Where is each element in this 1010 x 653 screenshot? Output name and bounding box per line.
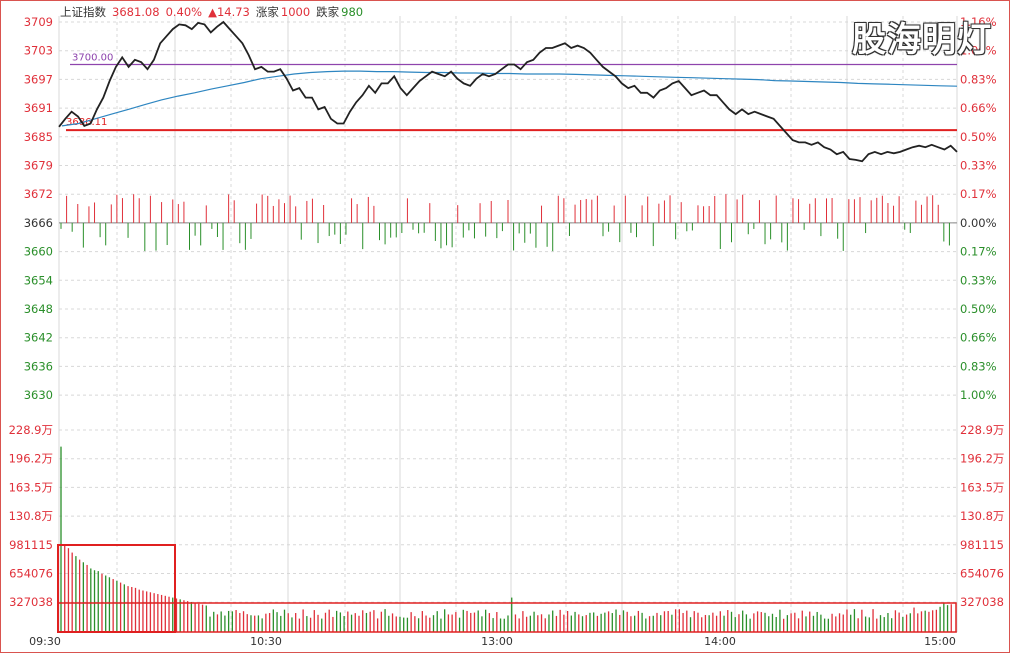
vol-tick-left: 196.2万 bbox=[9, 452, 53, 466]
vol-tick-right: 163.5万 bbox=[960, 480, 1004, 494]
price-line bbox=[58, 20, 958, 163]
vol-tick-left: 228.9万 bbox=[9, 423, 53, 437]
y-tick-left: 3697 bbox=[24, 72, 53, 86]
vol-tick-left: 981115 bbox=[9, 538, 53, 552]
down-count: 980 bbox=[341, 5, 364, 19]
y-tick-right: 0.50% bbox=[960, 302, 997, 316]
vol-tick-right: 196.2万 bbox=[960, 452, 1004, 466]
up-label: 涨家 bbox=[255, 5, 279, 19]
y-tick-right: 0.17% bbox=[960, 187, 997, 201]
y-tick-left: 3630 bbox=[24, 388, 53, 402]
vol-tick-right: 327038 bbox=[960, 595, 1004, 609]
y-tick-left: 3666 bbox=[24, 216, 53, 230]
index-price: 3681.08 bbox=[112, 5, 160, 19]
intraday-chart: 3709 1.16% 3703 1.00% 3697 0.83% 3691 0.66% 3685… bbox=[0, 0, 1010, 653]
x-tick: 13:00 bbox=[481, 635, 513, 648]
y-tick-left: 3691 bbox=[24, 101, 53, 115]
y-tick-right: 0.33% bbox=[960, 273, 997, 287]
y-tick-right: 0.33% bbox=[960, 159, 997, 173]
y-tick-left: 3703 bbox=[24, 44, 53, 58]
y-tick-left: 3679 bbox=[24, 159, 53, 173]
x-tick: 14:00 bbox=[704, 635, 736, 648]
y-tick-right: 0.17% bbox=[960, 245, 997, 259]
index-pct: 0.40% bbox=[165, 5, 203, 19]
vol-tick-left: 130.8万 bbox=[9, 509, 53, 523]
y-tick-right: 0.83% bbox=[960, 72, 997, 86]
y-tick-left: 3636 bbox=[24, 359, 53, 373]
watermark-logo: 股海明灯 bbox=[852, 20, 992, 60]
up-count: 1000 bbox=[280, 5, 311, 19]
ref-label-base: 3686.11 bbox=[66, 117, 107, 128]
index-change: ▲14.73 bbox=[208, 5, 250, 19]
chart-header: 上证指数 3681.08 0.40% ▲14.73 涨家 1000 跌家 980 bbox=[60, 4, 363, 20]
y-tick-right: 0.50% bbox=[960, 130, 997, 144]
index-name: 上证指数 bbox=[60, 5, 106, 19]
vol-tick-right: 228.9万 bbox=[960, 423, 1004, 437]
vol-tick-left: 654076 bbox=[9, 567, 53, 581]
y-tick-left: 3685 bbox=[24, 130, 53, 144]
y-tick-left: 3660 bbox=[24, 245, 53, 259]
ref-label-3700: 3700.00 bbox=[72, 53, 113, 64]
y-tick-right: 0.83% bbox=[960, 359, 997, 373]
y-tick-left: 3709 bbox=[24, 15, 53, 29]
x-tick: 15:00 bbox=[924, 635, 956, 648]
x-tick: 09:30 bbox=[29, 635, 61, 648]
vol-tick-right: 981115 bbox=[960, 538, 1004, 552]
vol-tick-right: 654076 bbox=[960, 567, 1004, 581]
chart-canvas: 3709 1.16%3703 1.00%3697 0.83%3691 0.66%3685… bbox=[9, 15, 1005, 648]
vol-tick-left: 163.5万 bbox=[9, 480, 53, 494]
vol-tick-left: 327038 bbox=[9, 595, 53, 609]
y-tick-left: 3648 bbox=[24, 302, 53, 316]
x-tick: 10:30 bbox=[250, 635, 282, 648]
y-tick-right: 1.00% bbox=[960, 388, 997, 402]
y-tick-left: 3654 bbox=[24, 273, 53, 287]
y-tick-right: 0.66% bbox=[960, 101, 997, 115]
y-tick-left: 3642 bbox=[24, 331, 53, 345]
y-tick-left: 3672 bbox=[24, 187, 53, 201]
vol-tick-right: 130.8万 bbox=[960, 509, 1004, 523]
y-tick-right: 0.66% bbox=[960, 331, 997, 345]
y-tick-right: 0.00% bbox=[960, 216, 997, 230]
down-label: 跌家 bbox=[316, 5, 340, 19]
